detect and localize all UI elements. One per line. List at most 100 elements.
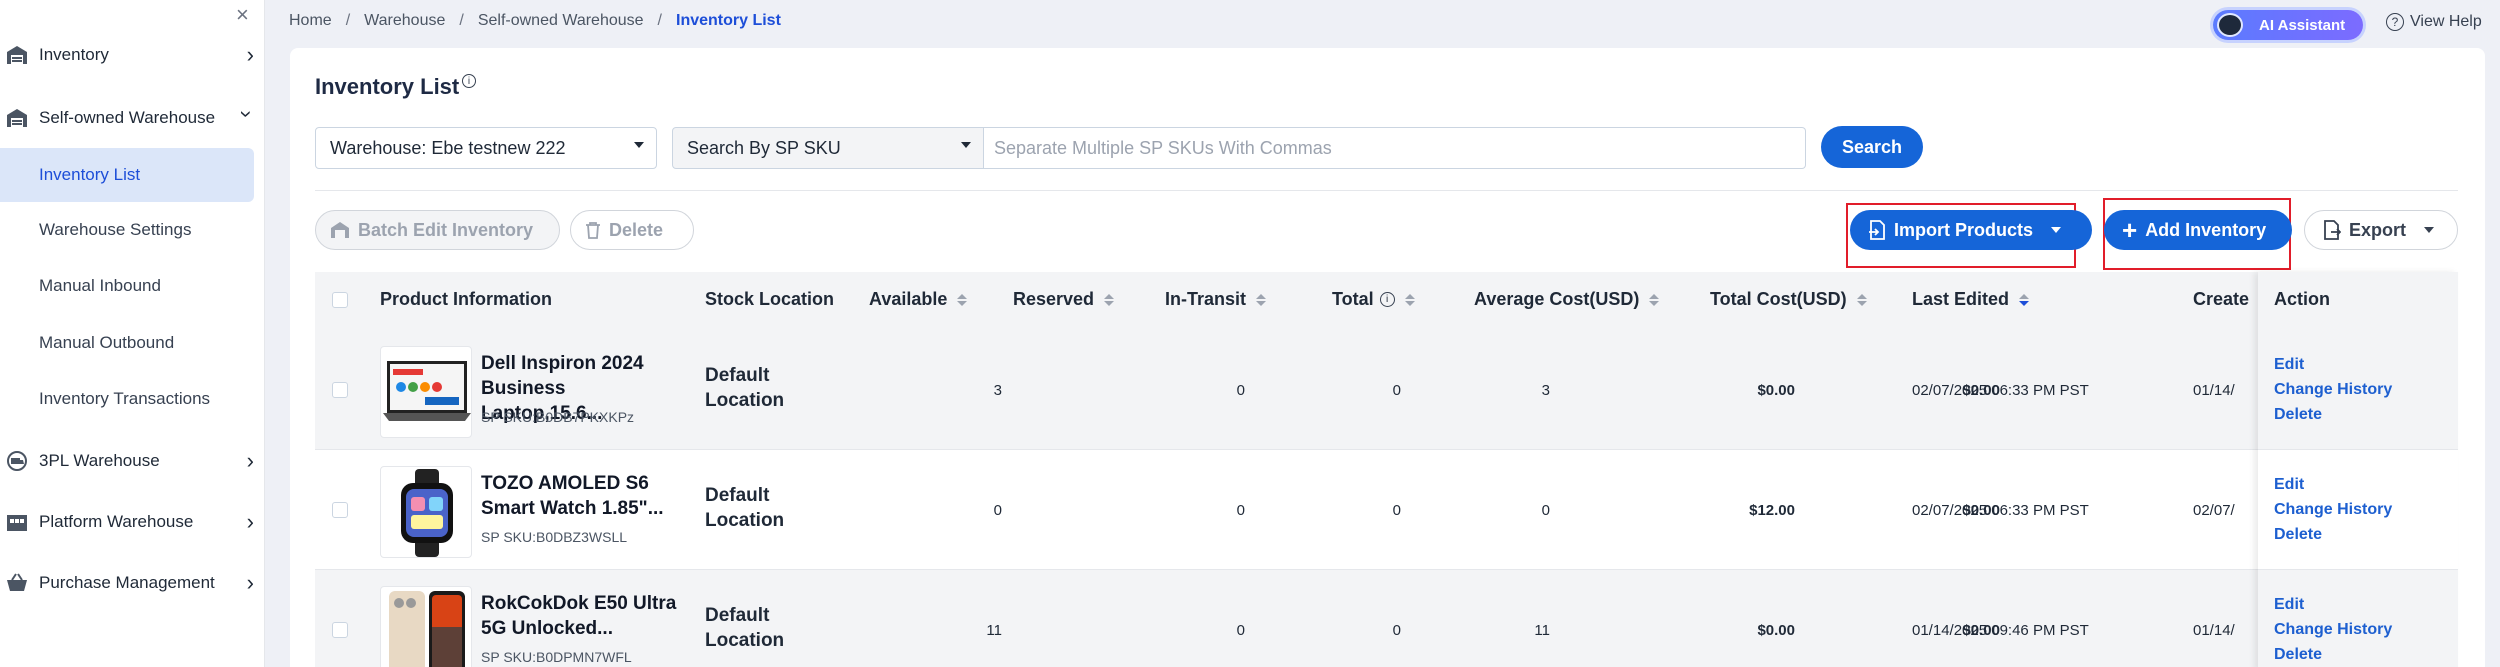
- col-total-cost[interactable]: Total Cost(USD): [1710, 289, 1867, 310]
- sidebar-sub-label: Manual Inbound: [39, 276, 161, 295]
- sidebar-item-purchase-management[interactable]: Purchase Management ›: [0, 562, 262, 604]
- building-icon: [4, 509, 30, 535]
- sidebar-sub-manual-inbound[interactable]: Manual Inbound: [0, 259, 254, 313]
- sort-desc-icon[interactable]: [2019, 293, 2030, 306]
- select-all-checkbox[interactable]: [332, 292, 348, 308]
- action-column: Action Edit Change History Delete Edit C…: [2258, 272, 2458, 667]
- sidebar-sub-label: Warehouse Settings: [39, 220, 192, 239]
- edit-link[interactable]: Edit: [2274, 476, 2304, 494]
- change-history-link[interactable]: Change History: [2274, 381, 2392, 399]
- col-label: Last Edited: [1912, 289, 2010, 309]
- col-in-transit[interactable]: In-Transit: [1165, 289, 1267, 310]
- sku-search-input[interactable]: Separate Multiple SP SKUs With Commas: [984, 127, 1806, 169]
- chevron-right-icon: ›: [246, 509, 254, 534]
- close-icon[interactable]: ×: [236, 2, 249, 28]
- location-line: Default: [705, 365, 770, 386]
- sidebar-sub-inventory-transactions[interactable]: Inventory Transactions: [0, 372, 254, 426]
- col-last-edited[interactable]: Last Edited: [1912, 289, 2030, 310]
- delete-label: Delete: [609, 219, 664, 240]
- action-cell: Edit Change History Delete: [2258, 570, 2458, 667]
- reserved-value: 0: [1236, 502, 1245, 519]
- change-history-link[interactable]: Change History: [2274, 621, 2392, 639]
- sort-icon[interactable]: [1104, 293, 1115, 306]
- delete-button[interactable]: Delete: [570, 210, 694, 250]
- edit-link[interactable]: Edit: [2274, 596, 2304, 614]
- sidebar-item-label: Inventory: [39, 45, 109, 64]
- sort-icon[interactable]: [1856, 293, 1867, 306]
- location-line: Location: [705, 510, 785, 531]
- info-icon[interactable]: i: [462, 74, 476, 88]
- product-name-line: Smart Watch 1.85"...: [481, 498, 664, 519]
- delete-link[interactable]: Delete: [2274, 646, 2322, 664]
- breadcrumb-home[interactable]: Home: [289, 12, 332, 30]
- table-row: TOZO AMOLED S6 Smart Watch 1.85"... SP SK…: [315, 450, 2458, 570]
- edit-link[interactable]: Edit: [2274, 356, 2304, 374]
- col-action: Action: [2274, 289, 2330, 309]
- col-label: Total: [1332, 289, 1374, 309]
- col-available[interactable]: Available: [869, 289, 968, 310]
- warehouse-icon: [4, 105, 30, 131]
- col-total[interactable]: Total i: [1332, 289, 1415, 310]
- row-checkbox[interactable]: [332, 502, 348, 518]
- caret-down-icon: [961, 142, 971, 148]
- truck-icon: [4, 448, 30, 474]
- reserved-value: 0: [1236, 622, 1245, 639]
- info-icon[interactable]: i: [1379, 292, 1395, 307]
- sidebar-item-3pl-warehouse[interactable]: 3PL Warehouse ›: [0, 440, 262, 482]
- search-button[interactable]: Search: [1821, 126, 1923, 168]
- batch-edit-label: Batch Edit Inventory: [358, 219, 534, 240]
- product-name[interactable]: TOZO AMOLED S6 Smart Watch 1.85"...: [481, 471, 681, 521]
- breadcrumb-self-owned[interactable]: Self-owned Warehouse: [478, 12, 644, 30]
- action-cell: Edit Change History Delete: [2258, 450, 2458, 570]
- view-help-link[interactable]: ? View Help: [2386, 13, 2482, 31]
- row-checkbox[interactable]: [332, 382, 348, 398]
- sidebar-item-self-owned-warehouse[interactable]: Self-owned Warehouse ›: [0, 97, 262, 139]
- chevron-right-icon: ›: [246, 42, 254, 67]
- available-value: 0: [993, 502, 1002, 519]
- batch-edit-button[interactable]: Batch Edit Inventory: [315, 210, 560, 250]
- breadcrumb-current: Inventory List: [676, 12, 781, 29]
- sidebar-sub-inventory-list[interactable]: Inventory List: [0, 148, 254, 202]
- sort-icon[interactable]: [1256, 293, 1267, 306]
- view-help-label: View Help: [2410, 13, 2482, 30]
- sort-icon[interactable]: [957, 293, 968, 306]
- sidebar-sub-manual-outbound[interactable]: Manual Outbound: [0, 316, 254, 370]
- col-create: Create: [2193, 289, 2250, 309]
- delete-link[interactable]: Delete: [2274, 526, 2322, 544]
- sidebar-item-platform-warehouse[interactable]: Platform Warehouse ›: [0, 501, 262, 543]
- sidebar-sub-warehouse-settings[interactable]: Warehouse Settings: [0, 203, 254, 257]
- robot-icon: [2217, 13, 2243, 37]
- col-label: Available: [869, 289, 948, 309]
- row-checkbox[interactable]: [332, 622, 348, 638]
- export-file-icon: [2324, 220, 2341, 240]
- product-sku: SP SKU:B0DBZ3WSLL: [481, 529, 628, 545]
- add-inventory-label: Add Inventory: [2145, 219, 2267, 240]
- sidebar-item-inventory[interactable]: Inventory ›: [0, 34, 262, 76]
- table-row: Dell Inspiron 2024 Business Laptop,15.6..…: [315, 330, 2458, 450]
- sidebar-item-label: Purchase Management: [39, 573, 215, 592]
- product-name[interactable]: RokCokDok E50 Ultra 5G Unlocked...: [481, 591, 681, 641]
- col-reserved[interactable]: Reserved: [1013, 289, 1115, 310]
- col-average-cost[interactable]: Average Cost(USD): [1474, 289, 1660, 310]
- product-image[interactable]: [380, 586, 472, 667]
- warehouse-select[interactable]: Warehouse: Ebe testnew 222: [315, 127, 657, 169]
- change-history-link[interactable]: Change History: [2274, 501, 2392, 519]
- sort-icon[interactable]: [1404, 293, 1415, 306]
- product-image[interactable]: [380, 466, 472, 558]
- import-products-button[interactable]: Import Products: [1850, 210, 2092, 250]
- sort-icon[interactable]: [1649, 293, 1660, 306]
- import-file-icon: [1869, 220, 1885, 240]
- ai-assistant-button[interactable]: AI Assistant: [2213, 10, 2363, 40]
- chevron-right-icon: ›: [246, 570, 254, 595]
- breadcrumb-warehouse[interactable]: Warehouse: [364, 12, 445, 30]
- search-placeholder: Separate Multiple SP SKUs With Commas: [994, 137, 1332, 158]
- sidebar-item-label: Platform Warehouse: [39, 512, 194, 531]
- average-cost-value: $12.00: [1749, 502, 1795, 519]
- export-button[interactable]: Export: [2304, 210, 2458, 250]
- add-inventory-button[interactable]: + Add Inventory: [2104, 210, 2292, 250]
- product-sku: SP SKU:B0DPMN7WFL: [481, 649, 632, 665]
- delete-link[interactable]: Delete: [2274, 406, 2322, 424]
- product-image[interactable]: [380, 346, 472, 438]
- reserved-value: 0: [1236, 382, 1245, 399]
- search-by-select[interactable]: Search By SP SKU: [672, 127, 984, 169]
